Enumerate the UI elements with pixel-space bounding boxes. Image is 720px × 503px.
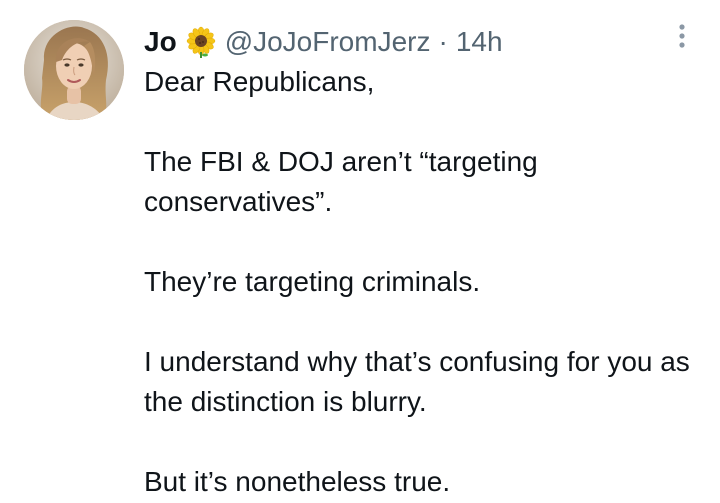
tweet-header: Jo @JoJoFromJerz · 14h <box>144 22 503 62</box>
tweet-paragraph: They’re targeting criminals. <box>144 266 481 297</box>
avatar-image <box>24 20 124 120</box>
tweet-paragraph: I understand why that’s confusing for yo… <box>144 346 690 417</box>
tweet-text: Dear Republicans, The FBI & DOJ aren’t “… <box>144 62 704 502</box>
tweet-timestamp[interactable]: 14h <box>456 26 503 58</box>
separator-dot: · <box>438 26 448 57</box>
author-name[interactable]: Jo <box>144 26 177 58</box>
tweet-paragraph: The FBI & DOJ aren’t “targeting conserva… <box>144 146 538 217</box>
more-vertical-icon[interactable] <box>670 22 694 50</box>
sunflower-icon <box>185 26 217 58</box>
tweet[interactable]: Jo @JoJoFromJerz · 14h Dear Republicans,… <box>0 0 720 503</box>
avatar[interactable] <box>24 20 124 120</box>
tweet-paragraph: But it’s nonetheless true. <box>144 466 451 497</box>
author-handle[interactable]: @JoJoFromJerz <box>225 26 431 58</box>
tweet-paragraph: Dear Republicans, <box>144 66 375 97</box>
